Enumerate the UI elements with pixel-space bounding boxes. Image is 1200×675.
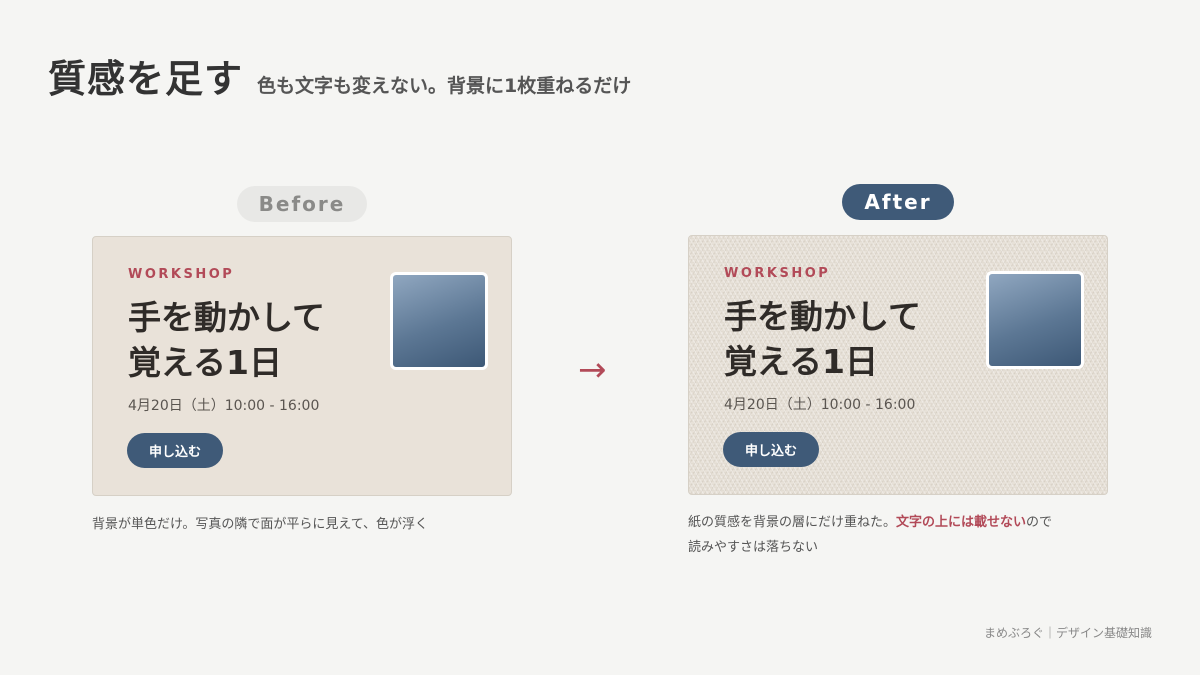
after-caption: 紙の質感を背景の層にだけ重ねた。文字の上には載せないので 読みやすさは落ちない [688, 510, 1108, 560]
card-date: 4月20日（土）10:00 - 16:00 [724, 397, 916, 413]
card-eyebrow: WORKSHOP [724, 266, 831, 281]
page-title: 質感を足す [48, 57, 244, 101]
apply-button[interactable]: 申し込む [723, 432, 819, 467]
card-photo [390, 272, 488, 370]
after-label-pill: After [842, 184, 954, 220]
after-card: WORKSHOP 手を動かして 覚える1日 4月20日（土）10:00 - 16… [688, 235, 1108, 495]
after-caption-line2: 読みやすさは落ちない [688, 540, 819, 555]
card-headline: 手を動かして 覚える1日 [724, 297, 922, 381]
page-subtitle: 色も文字も変えない。背景に1枚重ねるだけ [257, 75, 632, 97]
after-caption-highlight: 文字の上には載せない [896, 515, 1027, 530]
card-photo [986, 271, 1084, 369]
after-caption-text: 紙の質感を背景の層にだけ重ねた。 [688, 515, 897, 530]
apply-button[interactable]: 申し込む [127, 433, 223, 468]
before-card: WORKSHOP 手を動かして 覚える1日 4月20日（土）10:00 - 16… [92, 236, 512, 496]
card-headline: 手を動かして 覚える1日 [128, 298, 326, 382]
before-caption: 背景が単色だけ。写真の隣で面が平らに見えて、色が浮く [92, 517, 429, 532]
card-eyebrow: WORKSHOP [128, 267, 235, 282]
card-date: 4月20日（土）10:00 - 16:00 [128, 398, 320, 414]
page-header: 質感を足す 色も文字も変えない。背景に1枚重ねるだけ [48, 48, 631, 103]
footer-credit: まめぶろぐ｜デザイン基礎知識 [983, 626, 1152, 640]
before-label-pill: Before [237, 186, 367, 222]
after-caption-text-end: ので [1026, 515, 1053, 530]
right-arrow-icon: → [578, 350, 607, 390]
